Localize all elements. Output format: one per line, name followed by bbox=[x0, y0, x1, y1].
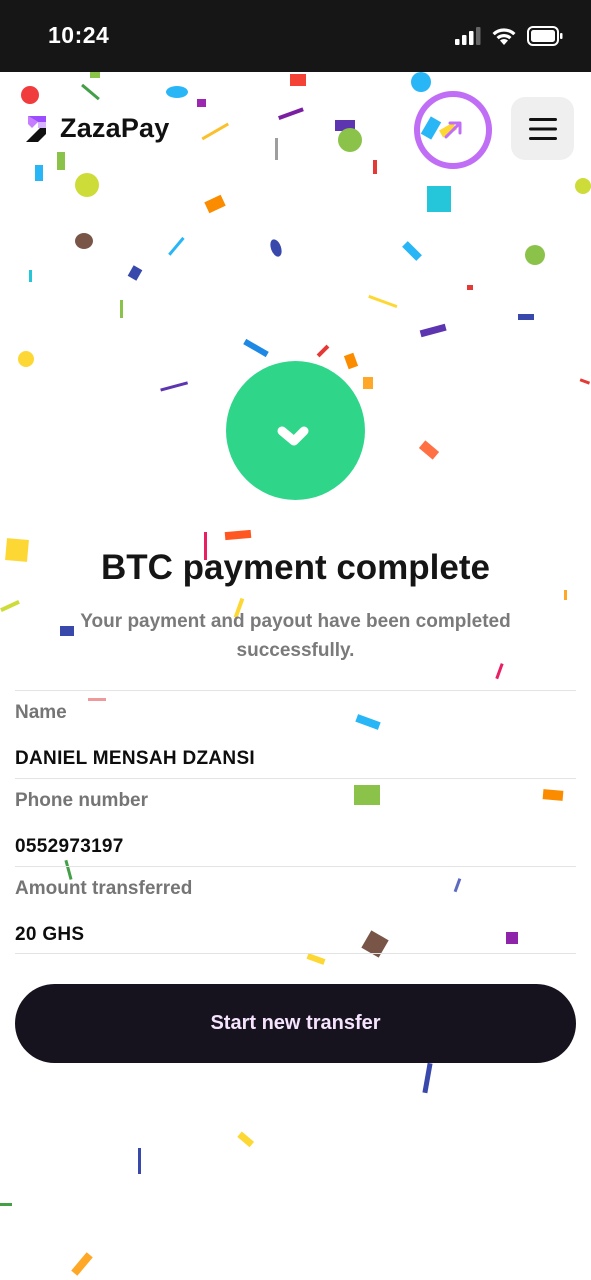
detail-value: 20 GHS bbox=[15, 924, 85, 945]
detail-label: Name bbox=[15, 702, 67, 723]
share-button[interactable] bbox=[414, 91, 492, 169]
brand-name: ZazaPay bbox=[60, 113, 170, 143]
status-icons bbox=[455, 26, 563, 46]
brand-logo[interactable]: ZazaPay bbox=[24, 113, 169, 144]
battery-icon bbox=[527, 26, 563, 46]
wifi-icon bbox=[492, 28, 516, 45]
confetti-decoration bbox=[0, 72, 591, 1280]
detail-value: 0552973197 bbox=[15, 836, 124, 857]
status-time: 10:24 bbox=[48, 22, 110, 48]
share-arrow-icon bbox=[444, 121, 462, 139]
signal-bars-icon bbox=[455, 27, 481, 45]
detail-row-phone: Phone number 0552973197 bbox=[15, 778, 576, 866]
page-subtitle: Your payment and payout have been comple… bbox=[80, 611, 511, 661]
menu-button[interactable] bbox=[511, 97, 574, 160]
success-badge bbox=[226, 361, 365, 500]
detail-label: Amount transferred bbox=[15, 878, 193, 899]
detail-label: Phone number bbox=[15, 790, 149, 811]
start-new-transfer-button[interactable]: Start new transfer bbox=[15, 984, 576, 1063]
detail-row-name: Name DANIEL MENSAH DZANSI bbox=[15, 690, 576, 778]
status-bar: 10:24 bbox=[0, 0, 591, 72]
detail-value: DANIEL MENSAH DZANSI bbox=[15, 748, 255, 769]
page-title: BTC payment complete bbox=[101, 548, 490, 587]
check-icon bbox=[277, 426, 308, 445]
detail-row-amount: Amount transferred 20 GHS bbox=[15, 866, 576, 954]
hamburger-menu-icon bbox=[528, 117, 557, 140]
zazapay-logo-icon bbox=[26, 115, 46, 142]
transfer-details: Name DANIEL MENSAH DZANSI Phone number 0… bbox=[15, 690, 576, 954]
